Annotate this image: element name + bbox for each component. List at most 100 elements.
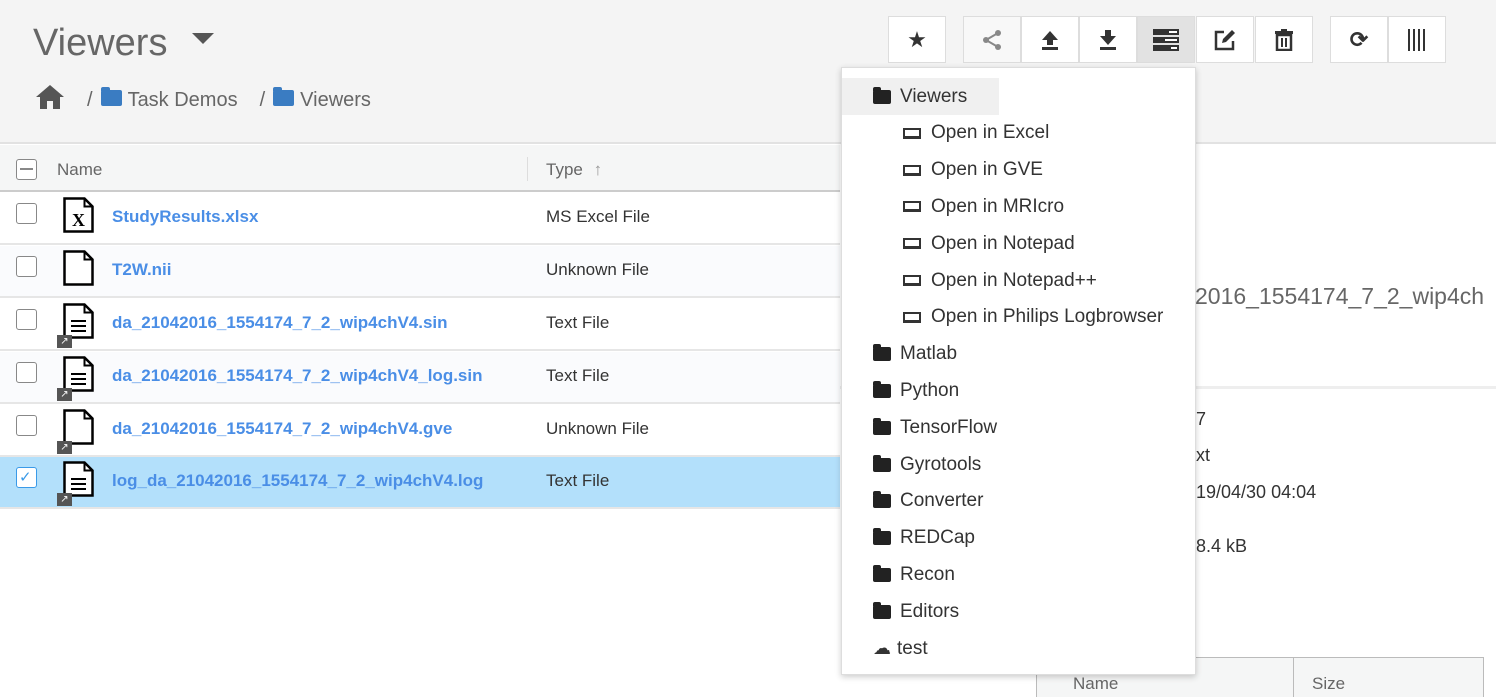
table-header: Name Type ↑ xyxy=(0,145,840,192)
blank-file-icon xyxy=(63,250,94,286)
share-button[interactable] xyxy=(963,16,1021,63)
table-row[interactable]: ✓ ↗ log_da_21042016_1554174_7_2_wip4chV4… xyxy=(0,457,840,509)
favorite-button[interactable]: ★ xyxy=(888,16,946,63)
title-dropdown-caret-icon[interactable] xyxy=(192,33,214,44)
menu-item-converter[interactable]: Converter xyxy=(842,483,983,520)
menu-item-open-in-gve[interactable]: Open in GVE xyxy=(842,152,1043,189)
folder-icon xyxy=(873,86,891,104)
sub-column-name[interactable]: Name xyxy=(1073,674,1118,694)
star-icon: ★ xyxy=(907,26,927,52)
page-title: Viewers xyxy=(33,22,168,64)
laptop-icon xyxy=(903,164,921,176)
upload-icon xyxy=(1042,30,1058,50)
folder-icon xyxy=(273,86,295,106)
file-type: Text File xyxy=(546,471,610,490)
folder-icon xyxy=(873,344,891,362)
file-name-link[interactable]: T2W.nii xyxy=(112,260,172,280)
viewers-dropdown-menu: Viewers Open in Excel Open in GVE Open in M… xyxy=(841,67,1196,675)
viewers-menu-icon xyxy=(1153,28,1179,51)
sort-ascending-icon: ↑ xyxy=(593,160,603,179)
details-value: xt xyxy=(1196,445,1211,465)
table-row[interactable]: ↗ da_21042016_1554174_7_2_wip4chV4.gve U… xyxy=(0,405,840,457)
row-checkbox[interactable] xyxy=(16,203,37,224)
blank-file-icon xyxy=(63,409,94,445)
home-icon[interactable] xyxy=(35,84,65,116)
cloud-icon: ☁ xyxy=(873,638,891,658)
file-name-link[interactable]: log_da_21042016_1554174_7_2_wip4chV4.log xyxy=(112,471,483,491)
file-name-link[interactable]: da_21042016_1554174_7_2_wip4chV4.gve xyxy=(112,419,452,439)
menu-item-editors[interactable]: Editors xyxy=(842,593,959,630)
row-checkbox[interactable] xyxy=(16,415,37,436)
details-title: 2016_1554174_7_2_wip4ch xyxy=(1195,283,1485,309)
refresh-icon: ⟳ xyxy=(1349,26,1369,52)
laptop-icon xyxy=(903,238,921,250)
refresh-button[interactable]: ⟳ xyxy=(1330,16,1388,63)
text-file-icon xyxy=(63,356,94,392)
download-button[interactable] xyxy=(1079,16,1137,63)
menu-item-open-in-notepad[interactable]: Open in Notepad++ xyxy=(842,262,1097,299)
file-name-link[interactable]: StudyResults.xlsx xyxy=(112,207,258,227)
sub-table-header-size: Size xyxy=(1294,657,1484,697)
row-checkbox[interactable] xyxy=(16,256,37,277)
text-file-icon xyxy=(63,461,94,497)
shortcut-arrow-icon: ↗ xyxy=(57,493,72,506)
menu-item-recon[interactable]: Recon xyxy=(842,556,955,593)
menu-item-python[interactable]: Python xyxy=(842,372,959,409)
menu-item-open-in-excel[interactable]: Open in Excel xyxy=(842,115,1049,152)
folder-icon xyxy=(873,417,891,435)
laptop-icon xyxy=(903,201,921,213)
folder-icon xyxy=(873,564,891,582)
folder-icon xyxy=(100,86,122,106)
file-type: Text File xyxy=(546,366,610,385)
menu-item-viewers[interactable]: Viewers xyxy=(842,78,999,115)
menu-item-open-in-notepad[interactable]: Open in Notepad xyxy=(842,225,1075,262)
menu-item-tensorflow[interactable]: TensorFlow xyxy=(842,409,997,446)
file-type: Unknown File xyxy=(546,260,649,279)
file-type: Unknown File xyxy=(546,419,649,438)
menu-item-test[interactable]: ☁ test xyxy=(842,630,928,667)
select-all-checkbox[interactable] xyxy=(16,159,37,180)
laptop-icon xyxy=(903,275,921,286)
file-name-link[interactable]: da_21042016_1554174_7_2_wip4chV4.sin xyxy=(112,313,448,333)
menu-item-redcap[interactable]: REDCap xyxy=(842,520,975,557)
table-row[interactable]: X StudyResults.xlsx MS Excel File xyxy=(0,193,840,245)
menu-item-open-in-mricro[interactable]: Open in MRIcro xyxy=(842,188,1064,225)
breadcrumb: / Task Demos / Viewers xyxy=(35,84,371,116)
column-type[interactable]: Type ↑ xyxy=(546,160,602,180)
folder-icon xyxy=(873,454,891,472)
laptop-icon xyxy=(903,311,921,323)
column-name[interactable]: Name xyxy=(57,160,102,180)
edit-button[interactable] xyxy=(1196,16,1254,63)
folder-icon xyxy=(873,380,891,398)
table-row[interactable]: T2W.nii Unknown File xyxy=(0,246,840,298)
laptop-icon xyxy=(903,127,921,139)
details-size: 8.4 kB xyxy=(1196,536,1248,556)
sub-column-size[interactable]: Size xyxy=(1312,674,1345,694)
breadcrumb-task-demos[interactable]: Task Demos xyxy=(100,86,238,112)
shortcut-arrow-icon: ↗ xyxy=(57,388,72,401)
edit-icon xyxy=(1214,29,1235,50)
file-name-link[interactable]: da_21042016_1554174_7_2_wip4chV4_log.sin xyxy=(112,366,483,386)
upload-button[interactable] xyxy=(1021,16,1079,63)
details-date: 19/04/30 04:04 xyxy=(1196,482,1317,502)
menu-item-open-in-philips-logbrowser[interactable]: Open in Philips Logbrowser xyxy=(842,299,1163,336)
table-row[interactable]: ↗ da_21042016_1554174_7_2_wip4chV4.sin T… xyxy=(0,299,840,351)
row-checkbox[interactable]: ✓ xyxy=(16,467,37,488)
menu-item-matlab[interactable]: Matlab xyxy=(842,336,957,373)
row-checkbox[interactable] xyxy=(16,362,37,383)
share-icon xyxy=(983,29,1001,50)
header: Viewers / Task Demos / Viewers ★ ⟳ xyxy=(0,0,1496,144)
table-row[interactable]: ↗ da_21042016_1554174_7_2_wip4chV4_log.s… xyxy=(0,352,840,404)
shortcut-arrow-icon: ↗ xyxy=(57,441,72,454)
barcode-button[interactable] xyxy=(1388,16,1446,63)
delete-button[interactable] xyxy=(1255,16,1313,63)
file-type: MS Excel File xyxy=(546,207,650,226)
breadcrumb-viewers[interactable]: Viewers xyxy=(273,86,371,112)
menu-item-gyrotools[interactable]: Gyrotools xyxy=(842,446,981,483)
excel-file-icon: X xyxy=(63,197,94,233)
folder-icon xyxy=(873,491,891,509)
viewers-button[interactable] xyxy=(1137,16,1195,63)
file-type: Text File xyxy=(546,313,610,332)
row-checkbox[interactable] xyxy=(16,309,37,330)
shortcut-arrow-icon: ↗ xyxy=(57,335,72,348)
